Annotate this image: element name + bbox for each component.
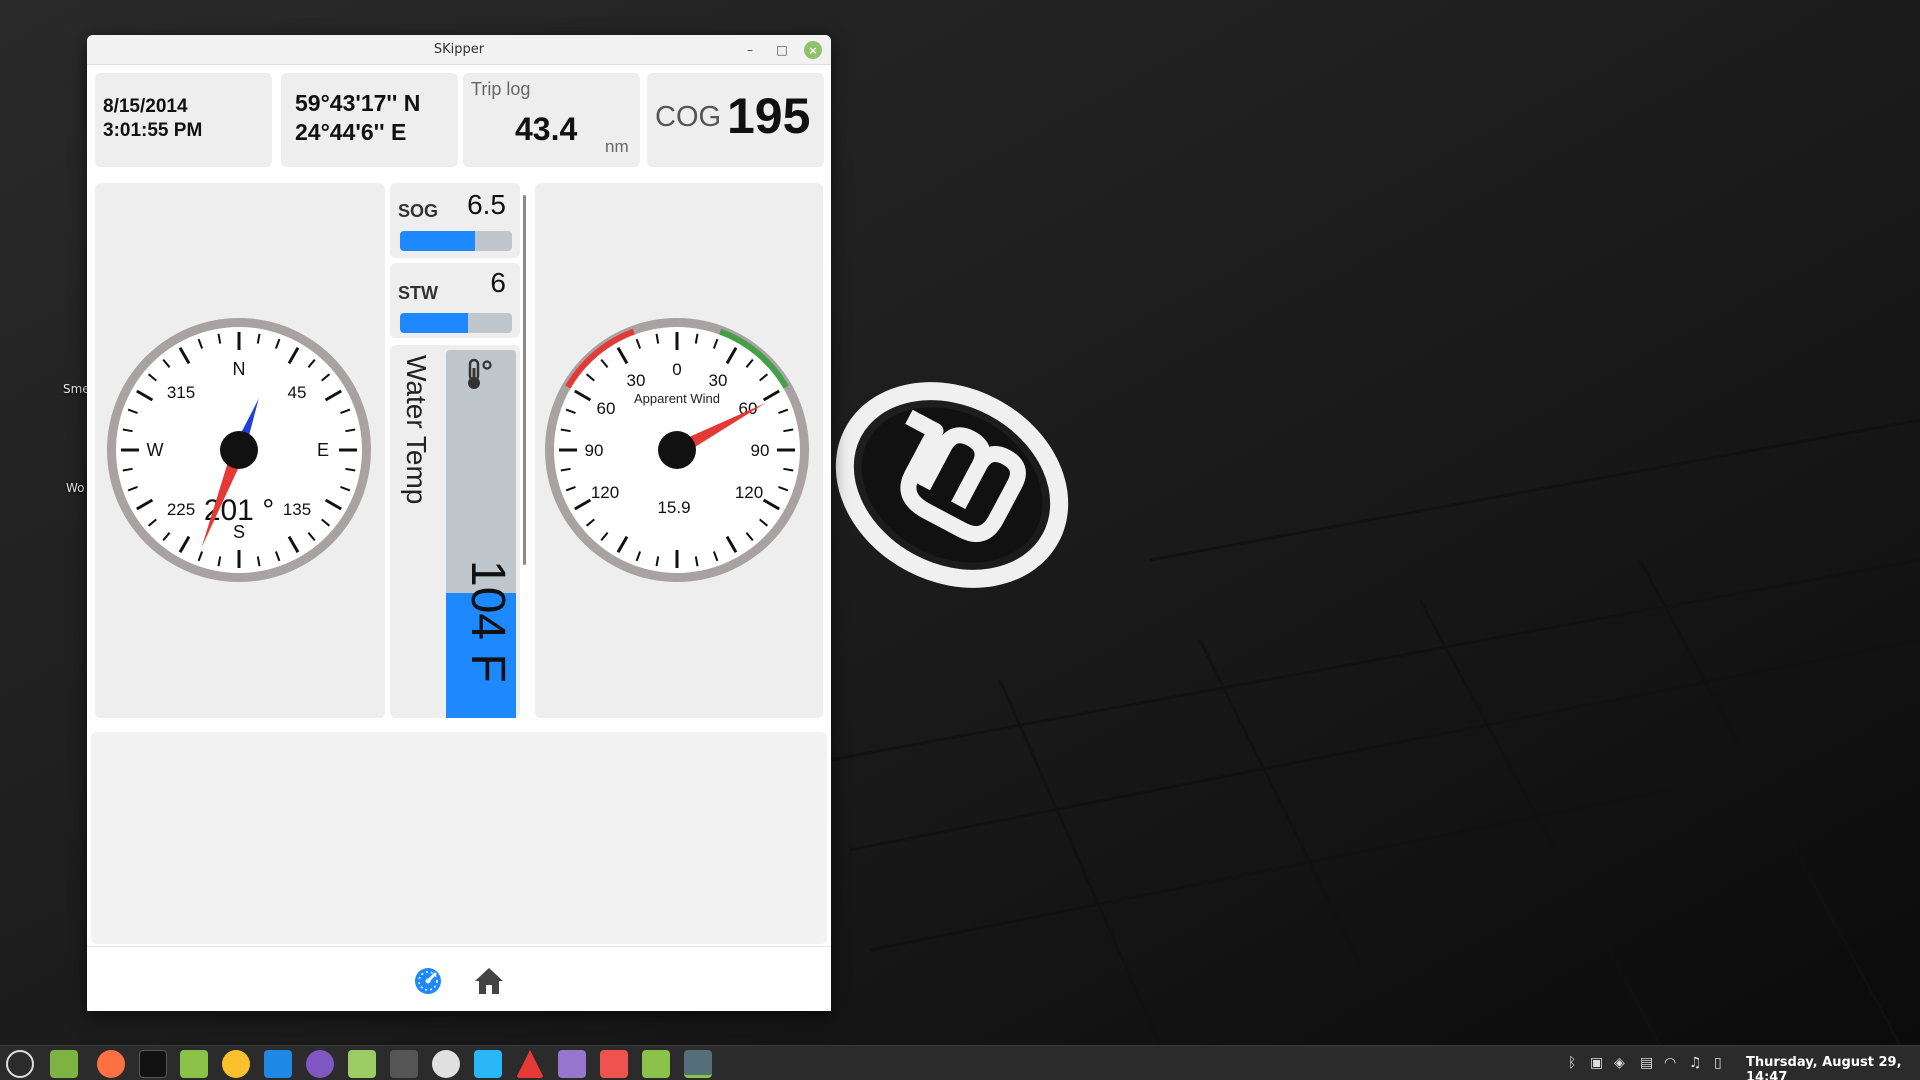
bottom-panel bbox=[91, 732, 827, 944]
compass-tick-225: 225 bbox=[167, 500, 195, 519]
latitude-text: 59°43'17'' N bbox=[295, 90, 421, 116]
wind-tick-l30: 30 bbox=[627, 371, 646, 390]
cog-card[interactable]: COG 195 bbox=[647, 73, 824, 167]
maximize-button[interactable]: □ bbox=[773, 41, 791, 59]
bluetooth-icon[interactable]: ᛒ bbox=[1568, 1055, 1576, 1071]
shield-icon[interactable]: ◈ bbox=[1614, 1055, 1625, 1071]
files-icon[interactable] bbox=[50, 1050, 78, 1078]
skipper-active-icon[interactable] bbox=[684, 1050, 712, 1078]
desktop-icon-label-1[interactable]: Sme bbox=[63, 382, 90, 396]
search-icon[interactable] bbox=[432, 1050, 460, 1078]
folder-icon[interactable] bbox=[180, 1050, 208, 1078]
stw-value: 6 bbox=[490, 267, 506, 298]
skipper-window: SKipper – □ × 8/15/2014 3:01:55 PM 59°43… bbox=[87, 35, 831, 1011]
compass-north-label: N bbox=[233, 359, 246, 379]
water-temp-value: 104 F bbox=[461, 560, 514, 683]
github-icon[interactable] bbox=[306, 1050, 334, 1078]
thermometer-icon bbox=[468, 358, 492, 389]
compass-gauge: N E S W 45 135 225 315 201 ° bbox=[107, 318, 371, 582]
bottom-navigation bbox=[87, 946, 831, 1011]
cog-label: COG bbox=[655, 101, 722, 133]
calculator-icon[interactable] bbox=[390, 1050, 418, 1078]
sog-value: 6.5 bbox=[467, 189, 506, 220]
skipper-icon[interactable] bbox=[516, 1050, 544, 1078]
datetime-card[interactable]: 8/15/2014 3:01:55 PM bbox=[95, 73, 272, 167]
minimize-button[interactable]: – bbox=[741, 41, 759, 59]
firefox-icon[interactable] bbox=[97, 1050, 125, 1078]
stw-bar bbox=[400, 313, 512, 333]
date-text: 8/15/2014 bbox=[103, 96, 188, 117]
longitude-text: 24°44'6'' E bbox=[295, 119, 407, 145]
screenshot-icon[interactable] bbox=[474, 1050, 502, 1078]
sog-card[interactable]: SOG 6.5 bbox=[390, 183, 520, 258]
sog-bar-fill bbox=[400, 231, 476, 251]
stw-bar-fill bbox=[400, 313, 469, 333]
glasses-icon[interactable] bbox=[600, 1050, 628, 1078]
window-titlebar[interactable]: SKipper – □ × bbox=[87, 35, 831, 65]
dashboard-icon[interactable] bbox=[413, 966, 443, 996]
gauge-scrollbar[interactable] bbox=[523, 195, 526, 565]
water-temp-card[interactable]: Water Temp 104 F bbox=[390, 345, 520, 718]
sog-bar bbox=[400, 231, 512, 251]
cog-value: 195 bbox=[727, 88, 811, 144]
window-title: SKipper bbox=[433, 42, 485, 57]
trip-log-label: Trip log bbox=[471, 79, 531, 99]
time-text: 3:01:55 PM bbox=[103, 120, 203, 141]
wind-tick-0: 0 bbox=[672, 360, 681, 379]
printer-icon[interactable]: ▤ bbox=[1640, 1055, 1653, 1071]
water-temp-label: Water Temp bbox=[401, 355, 432, 505]
vscode-icon[interactable] bbox=[264, 1050, 292, 1078]
power-icon[interactable]: ▯ bbox=[1714, 1055, 1722, 1071]
desktop-icon-label-2[interactable]: Wo bbox=[66, 481, 85, 495]
trip-log-value: 43.4 bbox=[515, 111, 578, 147]
wifi-icon[interactable]: ◠ bbox=[1664, 1055, 1676, 1071]
wind-tick-l120: 120 bbox=[591, 483, 619, 502]
compass-east-label: E bbox=[317, 440, 329, 460]
compass-tick-315: 315 bbox=[167, 383, 195, 402]
menu-icon[interactable] bbox=[6, 1050, 34, 1078]
stw-label: STW bbox=[398, 283, 438, 303]
text-editor-icon[interactable] bbox=[558, 1050, 586, 1078]
folder2-icon[interactable] bbox=[642, 1050, 670, 1078]
wind-speed-readout: 15.9 bbox=[657, 498, 690, 517]
wind-tick-r120: 120 bbox=[735, 483, 763, 502]
chrome-icon[interactable] bbox=[222, 1050, 250, 1078]
stw-card[interactable]: STW 6 bbox=[390, 263, 520, 338]
wind-gauge: 0 30 30 60 60 90 90 120 120 Apparent Win… bbox=[545, 318, 809, 582]
wind-tick-r90: 90 bbox=[751, 441, 770, 460]
sound-icon[interactable]: ♫ bbox=[1689, 1055, 1702, 1071]
position-card[interactable]: 59°43'17'' N 24°44'6'' E bbox=[281, 73, 458, 167]
wind-tick-r30: 30 bbox=[709, 371, 728, 390]
taskbar: ᛒ ▣ ◈ ▤ ◠ ♫ ▯ Thursday, August 29, 14:47 bbox=[0, 1045, 1920, 1080]
wind-card[interactable]: 0 30 30 60 60 90 90 120 120 Apparent Win… bbox=[535, 183, 823, 718]
compass-tick-45: 45 bbox=[288, 383, 307, 402]
trip-log-card[interactable]: Trip log 43.4 nm bbox=[463, 73, 640, 167]
close-button[interactable]: × bbox=[804, 41, 822, 59]
trip-log-unit: nm bbox=[605, 137, 629, 156]
compass-west-label: W bbox=[147, 440, 164, 460]
wind-gauge-label: Apparent Wind bbox=[634, 391, 720, 406]
compass-card[interactable]: N E S W 45 135 225 315 201 ° bbox=[95, 183, 385, 718]
monitor-icon[interactable] bbox=[348, 1050, 376, 1078]
sog-label: SOG bbox=[398, 201, 439, 221]
taskbar-clock[interactable]: Thursday, August 29, 14:47 bbox=[1746, 1055, 1920, 1080]
wind-tick-l90: 90 bbox=[585, 441, 604, 460]
wind-tick-l60: 60 bbox=[597, 399, 616, 418]
home-icon[interactable] bbox=[473, 966, 505, 996]
terminal-icon[interactable] bbox=[139, 1050, 167, 1078]
compass-tick-135: 135 bbox=[283, 500, 311, 519]
clipboard-icon[interactable]: ▣ bbox=[1590, 1055, 1603, 1071]
